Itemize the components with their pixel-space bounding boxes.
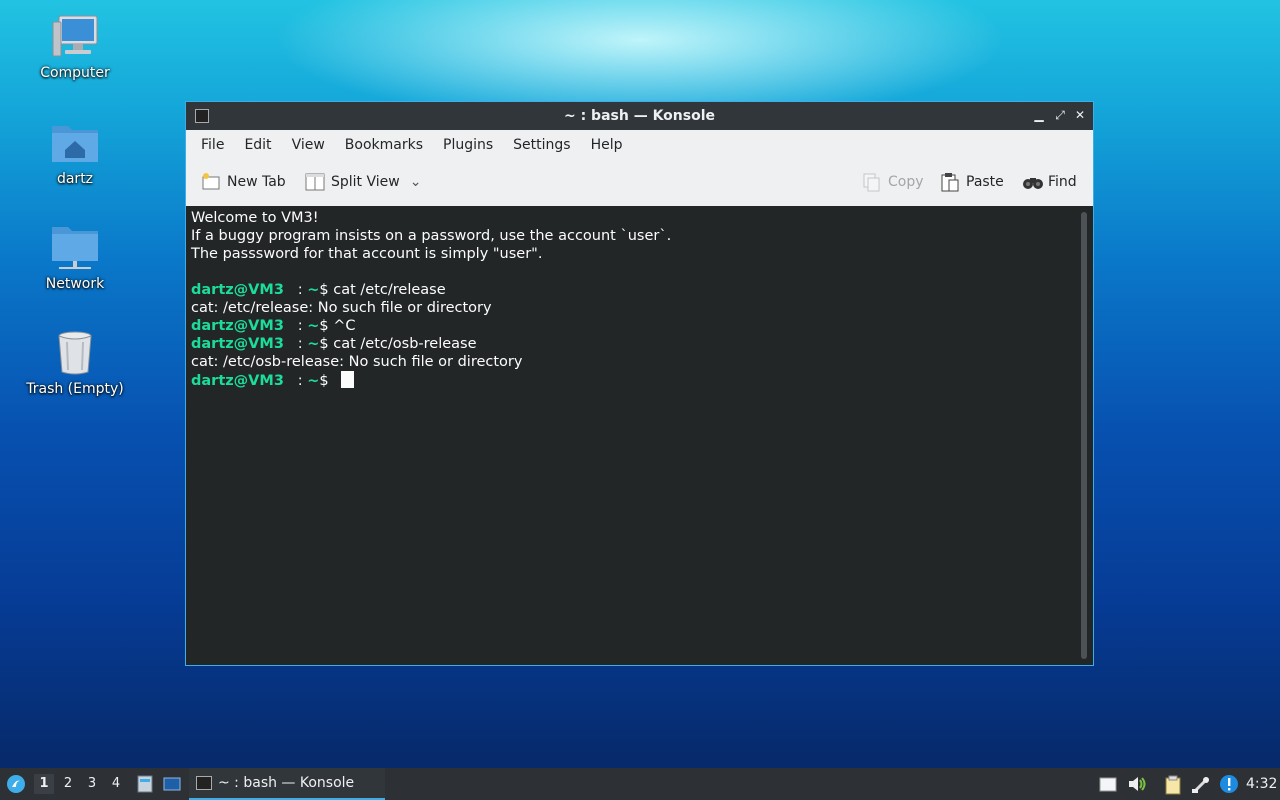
window-titlebar[interactable]: ~ : bash — Konsole ▁ ⤢ ✕: [186, 102, 1093, 130]
prompt-sep: :: [283, 373, 308, 389]
menu-edit[interactable]: Edit: [234, 130, 281, 160]
workspace-3[interactable]: 3: [82, 774, 102, 794]
copy-button[interactable]: Copy: [862, 172, 924, 192]
close-icon[interactable]: ✕: [1071, 106, 1089, 124]
trash-icon: [49, 330, 101, 376]
taskbar: 1 2 3 4 ~ : bash — Konsole 4:32: [0, 768, 1280, 800]
text-cursor: [341, 371, 355, 388]
copy-icon: [862, 172, 882, 192]
terminal-icon: [196, 776, 212, 790]
menubar: File Edit View Bookmarks Plugins Setting…: [186, 130, 1093, 160]
desktop-icon-trash[interactable]: Trash (Empty): [24, 330, 126, 398]
menu-plugins[interactable]: Plugins: [433, 130, 503, 160]
desktop-icon-network[interactable]: Network: [24, 225, 126, 293]
terminal-output: Welcome to VM3! If a buggy program insis…: [191, 209, 671, 389]
paste-icon: [940, 172, 960, 192]
command-output: cat: /etc/release: No such file or direc…: [191, 300, 492, 316]
workspace-2[interactable]: 2: [58, 774, 78, 794]
prompt-sep: :: [283, 336, 308, 352]
show-desktop-icon[interactable]: [163, 775, 181, 793]
prompt-line: dartz@VM3 : ~$ cat /etc/osb-release: [191, 335, 671, 353]
window-title: ~ : bash — Konsole: [563, 108, 716, 124]
command-text: cat /etc/release: [333, 282, 446, 298]
binoculars-icon: [1022, 172, 1043, 192]
prompt-user: dartz@VM3: [191, 282, 284, 298]
home-folder-icon: [49, 120, 101, 166]
motd-line: Welcome to VM3!: [191, 210, 319, 226]
find-label: Find: [1048, 174, 1077, 190]
task-label: ~ : bash — Konsole: [218, 775, 355, 791]
menu-help[interactable]: Help: [581, 130, 633, 160]
split-view-label: Split View: [331, 174, 400, 190]
prompt-dir: ~: [307, 318, 320, 334]
desktop-icon-label: Trash (Empty): [26, 381, 124, 397]
menu-file[interactable]: File: [191, 130, 234, 160]
find-button[interactable]: Find: [1022, 172, 1077, 192]
chevron-down-icon[interactable]: ⌄: [410, 174, 422, 190]
clock[interactable]: 4:32: [1246, 768, 1277, 800]
prompt-sep: :: [283, 282, 308, 298]
network-folder-icon: [49, 225, 101, 271]
new-tab-label: New Tab: [227, 174, 286, 190]
prompt-user: dartz@VM3: [191, 373, 284, 389]
new-tab-button[interactable]: New Tab: [201, 172, 286, 192]
split-view-button[interactable]: Split View ⌄: [305, 172, 421, 192]
desktop-icon-home[interactable]: dartz: [24, 120, 126, 188]
minimize-icon[interactable]: ▁: [1030, 106, 1048, 124]
desktop-icon-computer[interactable]: Computer: [24, 14, 126, 82]
prompt-line-current: dartz@VM3 : ~$: [191, 371, 671, 389]
prompt-user: dartz@VM3: [191, 318, 284, 334]
clipboard-icon[interactable]: [1163, 775, 1181, 795]
menu-bookmarks[interactable]: Bookmarks: [335, 130, 433, 160]
prompt-line: dartz@VM3 : ~$ cat /etc/release: [191, 281, 671, 299]
computer-icon: [49, 14, 101, 60]
volume-icon[interactable]: [1127, 775, 1146, 793]
toolbar: New Tab Split View ⌄ Copy Paste Find: [186, 160, 1093, 207]
file-manager-icon[interactable]: [136, 775, 154, 793]
command-text: cat /etc/osb-release: [333, 336, 477, 352]
motd-line: The passsword for that account is simply…: [191, 246, 543, 262]
terminal-scrollbar[interactable]: [1081, 212, 1087, 659]
workspace-1[interactable]: 1: [34, 774, 54, 794]
motd-line: If a buggy program insists on a password…: [191, 228, 672, 244]
prompt-dir: ~: [307, 282, 320, 298]
paste-button[interactable]: Paste: [940, 172, 1004, 192]
notes-icon[interactable]: [1099, 775, 1117, 793]
menu-settings[interactable]: Settings: [503, 130, 580, 160]
split-view-icon: [305, 172, 325, 192]
task-konsole[interactable]: ~ : bash — Konsole: [189, 768, 385, 800]
copy-label: Copy: [888, 174, 924, 190]
menu-view[interactable]: View: [282, 130, 335, 160]
prompt-sym: $: [319, 282, 334, 298]
prompt-sym: $: [319, 318, 334, 334]
desktop-icon-label: Computer: [40, 65, 110, 81]
prompt-dir: ~: [307, 373, 320, 389]
new-tab-icon: [201, 172, 221, 192]
desktop-icon-label: dartz: [56, 171, 94, 187]
command-text: ^C: [333, 318, 356, 334]
prompt-sep: :: [283, 318, 308, 334]
prompt-sym: $: [319, 373, 334, 389]
maximize-icon[interactable]: ⤢: [1051, 106, 1069, 124]
desktop-icon-label: Network: [45, 276, 105, 292]
notification-icon[interactable]: [1219, 774, 1239, 794]
command-output: cat: /etc/osb-release: No such file or d…: [191, 354, 523, 370]
network-icon[interactable]: [1191, 775, 1210, 794]
app-menu-icon[interactable]: [6, 774, 26, 794]
prompt-sym: $: [319, 336, 334, 352]
terminal-area[interactable]: Welcome to VM3! If a buggy program insis…: [186, 206, 1093, 665]
prompt-user: dartz@VM3: [191, 336, 284, 352]
workspace-4[interactable]: 4: [106, 774, 126, 794]
paste-label: Paste: [966, 174, 1004, 190]
prompt-line: dartz@VM3 : ~$ ^C: [191, 317, 671, 335]
prompt-dir: ~: [307, 336, 320, 352]
konsole-window: ~ : bash — Konsole ▁ ⤢ ✕ File Edit View …: [185, 101, 1094, 666]
